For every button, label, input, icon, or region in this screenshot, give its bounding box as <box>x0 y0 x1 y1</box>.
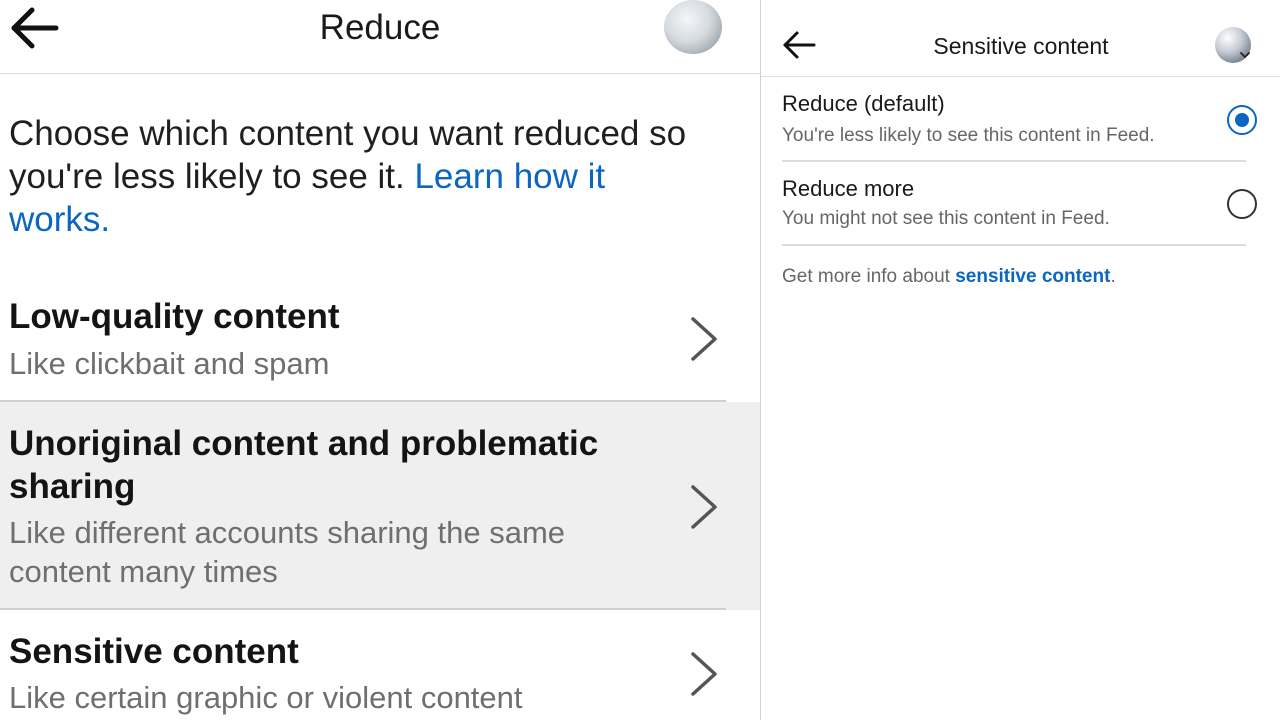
option-title: Reduce (default) <box>782 91 945 116</box>
avatar[interactable] <box>664 0 722 54</box>
list-item-title: Unoriginal content and problematic shari… <box>9 424 599 506</box>
page-title: Sensitive content <box>933 33 1109 59</box>
chevron-down-icon[interactable] <box>1239 50 1251 60</box>
sensitive-content-panel: Sensitive content Reduce (default) You'r… <box>760 0 1280 720</box>
more-info-text: Get more info about sensitive content. <box>782 265 1116 289</box>
option-subtitle: You're less likely to see this content i… <box>782 125 1155 146</box>
list-item-subtitle: Like different accounts sharing the same… <box>9 515 566 589</box>
list-item-subtitle: Like clickbait and spam <box>9 346 330 381</box>
chevron-right-icon <box>691 317 717 361</box>
sensitive-content-link[interactable]: sensitive content <box>955 266 1110 287</box>
page-title: Reduce <box>319 8 441 47</box>
option-subtitle: You might not see this content in Feed. <box>782 208 1110 229</box>
more-info-suffix: . <box>1110 266 1116 287</box>
list-item-title: Sensitive content <box>9 632 299 671</box>
chevron-right-icon <box>691 485 717 529</box>
divider <box>782 244 1246 246</box>
intro-text: Choose which content you want reduced so… <box>9 112 709 241</box>
reduce-panel: Reduce Choose which content you want red… <box>0 0 760 720</box>
list-item-low-quality[interactable]: Low-quality content Like clickbait and s… <box>0 290 760 402</box>
sensitive-header: Sensitive content <box>761 0 1280 77</box>
option-reduce-more[interactable]: Reduce more You might not see this conte… <box>761 162 1280 246</box>
list-item-sensitive[interactable]: Sensitive content Like certain graphic o… <box>0 610 760 720</box>
more-info-prefix: Get more info about <box>782 266 956 287</box>
chevron-right-icon <box>691 652 717 696</box>
reduce-header: Reduce <box>0 0 760 74</box>
list-item-subtitle: Like certain graphic or violent content <box>9 680 523 715</box>
radio-button-unselected[interactable] <box>1227 189 1257 219</box>
list-item-unoriginal[interactable]: Unoriginal content and problematic shari… <box>0 402 760 610</box>
radio-button-selected[interactable] <box>1227 105 1257 135</box>
option-title: Reduce more <box>782 176 915 201</box>
option-reduce-default[interactable]: Reduce (default) You're less likely to s… <box>761 86 1280 162</box>
list-item-title: Low-quality content <box>9 297 340 336</box>
